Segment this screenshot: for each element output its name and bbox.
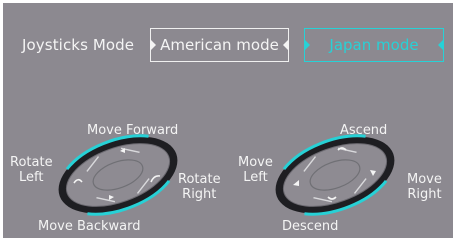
joysticks-mode-title: Joysticks Mode — [22, 36, 135, 54]
left-stick-left-label-line1: Rotate — [10, 155, 53, 170]
right-stick-down-label: Descend — [282, 219, 339, 234]
left-stick-down-label: Move Backward — [38, 219, 141, 234]
right-stick-right-label: Move Right — [407, 172, 442, 202]
left-stick-left-label: Rotate Left — [10, 155, 53, 185]
right-stick-left-label: Move Left — [238, 155, 273, 185]
right-stick-left-label-line2: Left — [243, 170, 268, 185]
left-stick-right-label: Rotate Right — [178, 172, 221, 202]
american-mode-label: American mode — [160, 36, 279, 54]
right-stick-right-label-line1: Move — [407, 172, 442, 187]
japan-mode-button[interactable]: Japan mode — [304, 28, 444, 62]
left-bracket-icon — [150, 39, 156, 51]
japan-mode-label: Japan mode — [329, 36, 419, 54]
right-bracket-icon — [438, 39, 444, 51]
left-stick-left-label-line2: Left — [19, 170, 44, 185]
right-joystick — [275, 134, 395, 216]
left-stick-right-label-line2: Right — [182, 187, 217, 202]
right-bracket-icon — [283, 39, 289, 51]
right-stick-right-label-line2: Right — [407, 187, 442, 202]
left-stick-right-label-line1: Rotate — [178, 172, 221, 187]
left-bracket-icon — [304, 39, 310, 51]
right-stick-up-label: Ascend — [340, 123, 388, 138]
left-stick-up-label: Move Forward — [87, 123, 179, 138]
right-stick-left-label-line1: Move — [238, 155, 273, 170]
american-mode-button[interactable]: American mode — [150, 28, 289, 62]
left-joystick — [58, 134, 178, 216]
